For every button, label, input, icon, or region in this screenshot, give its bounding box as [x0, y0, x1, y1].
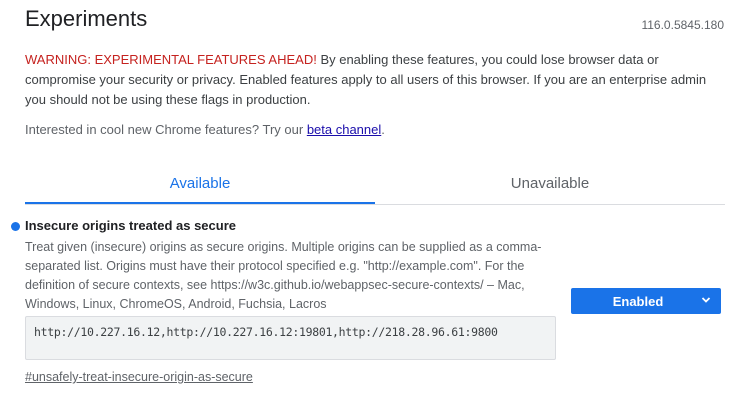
- interest-prefix: Interested in cool new Chrome features? …: [25, 122, 307, 137]
- feature-state-label: Enabled: [612, 293, 664, 309]
- beta-channel-link[interactable]: beta channel: [307, 122, 381, 137]
- feature-name: Insecure origins treated as secure: [25, 218, 236, 233]
- feature-modified-indicator: [11, 222, 20, 231]
- feature-state-select[interactable]: Enabled: [571, 288, 721, 314]
- origins-input[interactable]: [25, 316, 556, 360]
- interest-text: Interested in cool new Chrome features? …: [25, 122, 385, 137]
- page-title: Experiments: [25, 6, 148, 31]
- version-label: 116.0.5845.180: [641, 18, 724, 32]
- warning-prefix: WARNING: EXPERIMENTAL FEATURES AHEAD!: [25, 52, 317, 67]
- flag-permalink[interactable]: #unsafely-treat-insecure-origin-as-secur…: [25, 370, 253, 384]
- chevron-down-icon: [701, 297, 711, 303]
- tab-bar: Available Unavailable: [25, 164, 725, 205]
- interest-suffix: .: [381, 122, 385, 137]
- tab-unavailable[interactable]: Unavailable: [375, 164, 725, 202]
- tab-available[interactable]: Available: [25, 164, 375, 204]
- feature-description: Treat given (insecure) origins as secure…: [25, 240, 542, 311]
- warning-text: WARNING: EXPERIMENTAL FEATURES AHEAD! By…: [25, 50, 725, 110]
